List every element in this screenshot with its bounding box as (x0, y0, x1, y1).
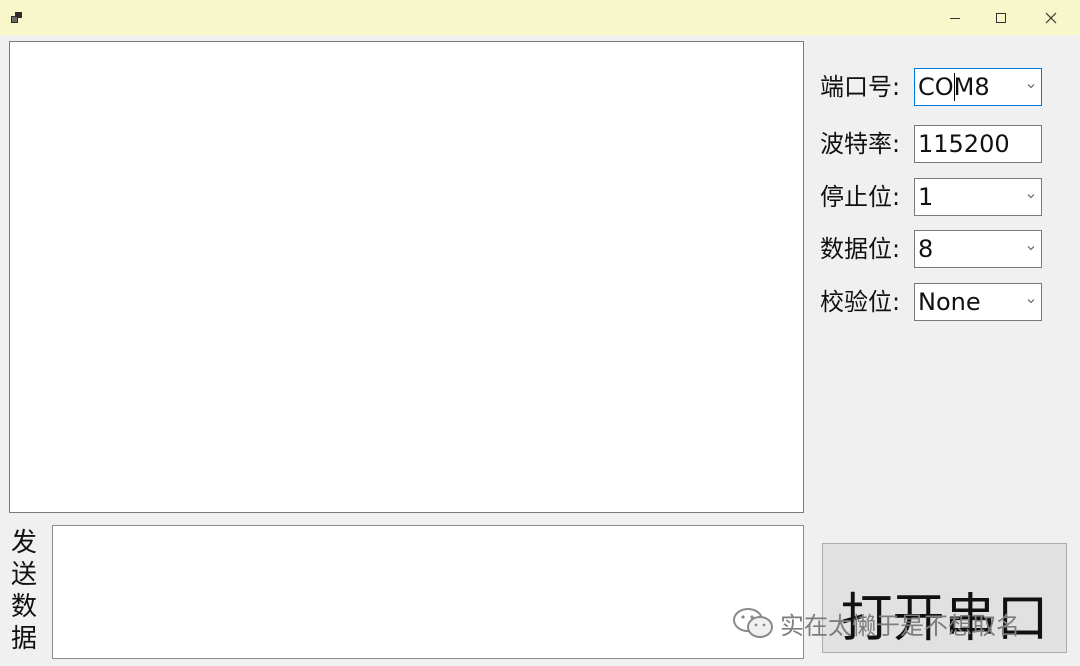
send-textarea[interactable] (52, 525, 804, 659)
receive-textarea[interactable] (9, 41, 804, 513)
parity-select[interactable]: None (914, 283, 1042, 321)
stopbits-select[interactable]: 1 (914, 178, 1042, 216)
baud-input[interactable]: 115200 (914, 125, 1042, 163)
port-select[interactable]: COM8 (914, 68, 1042, 106)
app-icon[interactable] (10, 10, 24, 24)
stopbits-value: 1 (918, 183, 934, 211)
maximize-icon (996, 12, 1006, 23)
close-button[interactable] (1028, 0, 1074, 35)
chevron-down-icon (1027, 194, 1035, 199)
databits-value: 8 (918, 235, 934, 263)
minimize-button[interactable] (932, 0, 978, 35)
wechat-icon (733, 608, 773, 638)
databits-label: 数据位: (820, 235, 901, 263)
send-data-label: 发 送 数 据 (8, 527, 40, 655)
minimize-icon (950, 17, 960, 19)
send-label-char: 送 (10, 560, 37, 590)
watermark-text: 实在太懒于是不想取名 (780, 611, 1020, 640)
port-label: 端口号: (820, 73, 901, 101)
send-label-char: 数 (10, 592, 37, 622)
chevron-down-icon (1027, 246, 1035, 251)
parity-value: None (918, 288, 981, 316)
client-area: 发 送 数 据 端口号: COM8 波特率: 115200 停止位: 1 数据位… (0, 35, 1080, 666)
baud-label: 波特率: (820, 130, 901, 158)
chevron-down-icon (1027, 84, 1035, 89)
send-label-char: 发 (10, 528, 37, 558)
maximize-button[interactable] (978, 0, 1024, 35)
chevron-down-icon (1027, 299, 1035, 304)
watermark: 实在太懒于是不想取名 (732, 603, 1020, 643)
databits-select[interactable]: 8 (914, 230, 1042, 268)
text-caret (954, 73, 955, 101)
title-bar (0, 0, 1080, 36)
parity-label: 校验位: (820, 288, 901, 316)
close-icon (1045, 12, 1057, 23)
send-label-char: 据 (10, 624, 37, 654)
stopbits-label: 停止位: (820, 183, 901, 211)
